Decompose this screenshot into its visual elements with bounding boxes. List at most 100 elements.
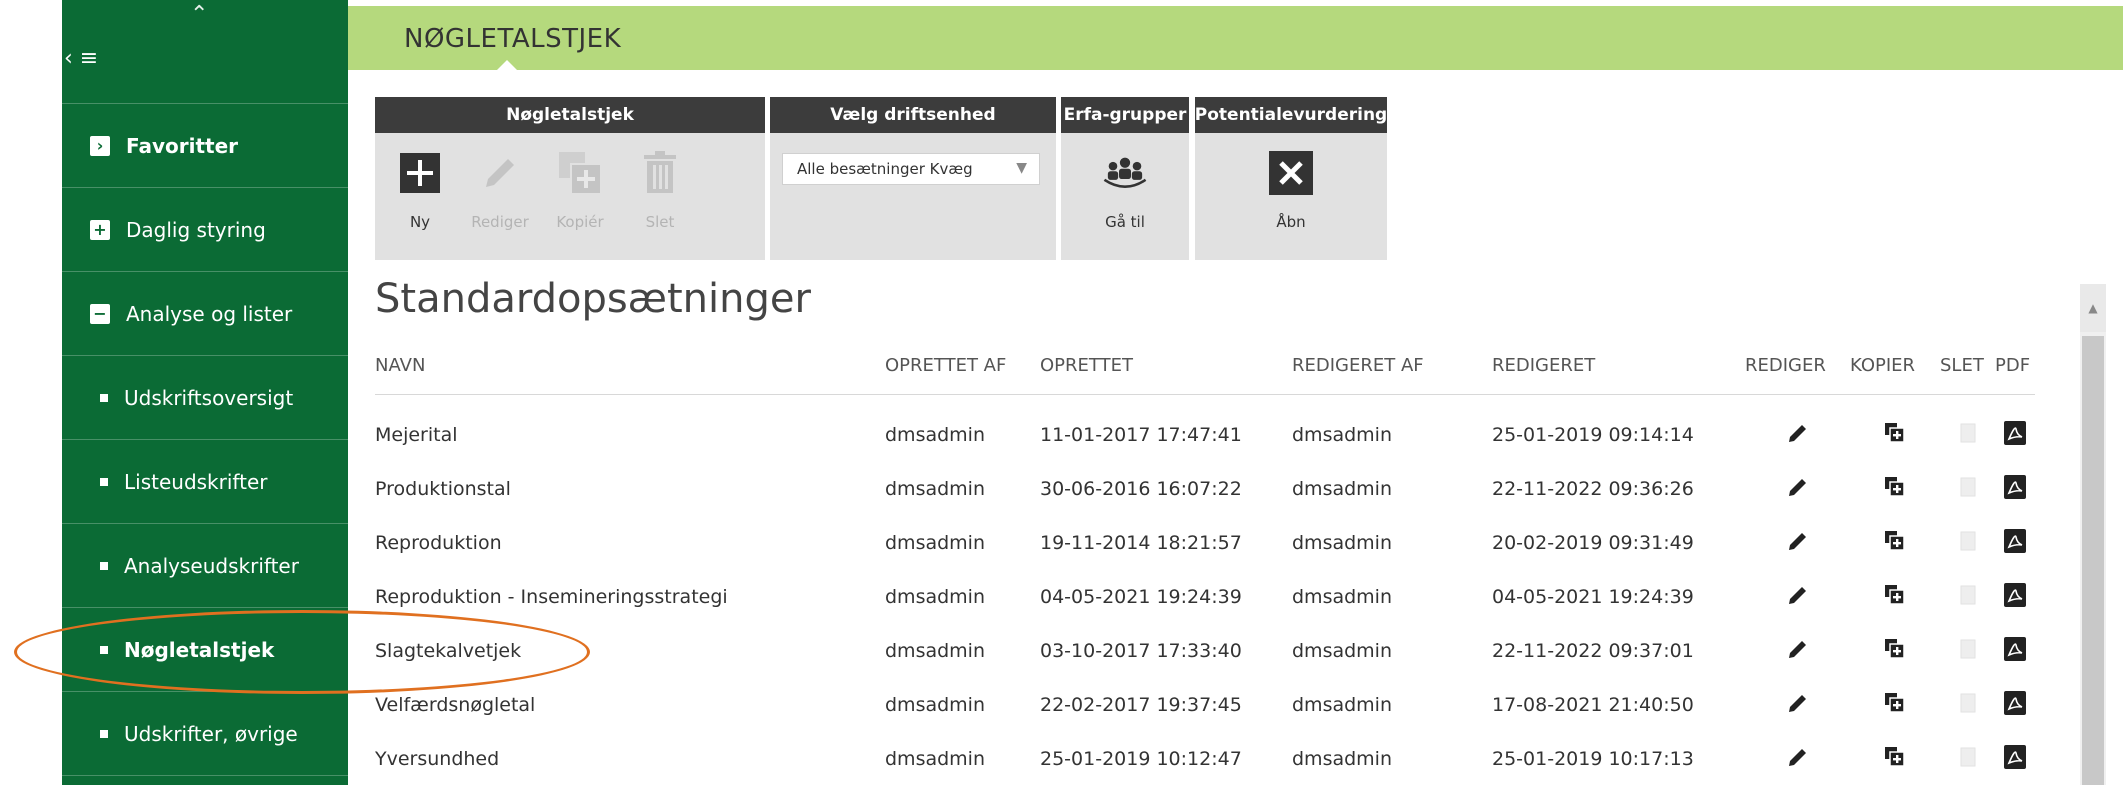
sidebar-item-label: Analyse og lister: [126, 301, 293, 326]
copy-row-button[interactable]: [1850, 678, 1940, 732]
table-row[interactable]: Reproduktion dmsadmin 19-11-2014 18:21:57 d…: [375, 516, 2035, 570]
column-header[interactable]: REDIGERET: [1492, 338, 1745, 395]
group-title: Potentialevurdering: [1195, 97, 1387, 133]
cell-navn[interactable]: Mejerital: [375, 394, 885, 462]
column-header[interactable]: OPRETTET AF: [885, 338, 1040, 395]
pencil-icon: [476, 149, 524, 197]
cell-navn[interactable]: Reproduktion - Insemineringsstrategi: [375, 570, 885, 624]
sidebar-item-analyse-og-lister[interactable]: − Analyse og lister: [62, 272, 348, 356]
cell-oprettet-af: dmsadmin: [885, 478, 986, 500]
bullet-icon: [100, 729, 108, 738]
copy-row-button[interactable]: [1850, 732, 1940, 785]
pencil-icon: [1787, 748, 1809, 773]
cell-navn[interactable]: Produktionstal: [375, 462, 885, 516]
scroll-up-icon[interactable]: ▲: [2080, 284, 2106, 332]
sidebar-item-daglig-styring[interactable]: + Daglig styring: [62, 188, 348, 272]
copy-icon: [1884, 422, 1906, 449]
page-header: NØGLETALSTJEK: [348, 6, 2123, 71]
column-header: PDF: [1995, 338, 2035, 395]
sidebar-item-udskrifter-oevrige[interactable]: Udskrifter, øvrige: [62, 692, 348, 776]
pdf-row-button[interactable]: [1995, 516, 2035, 570]
copy-button[interactable]: Kopiér: [544, 141, 616, 231]
table-row[interactable]: Velfærdsnøgletal dmsadmin 22-02-2017 19:37…: [375, 678, 2035, 732]
edit-row-button[interactable]: [1745, 624, 1850, 678]
bullet-icon: [100, 561, 108, 570]
copy-icon: [556, 149, 604, 197]
cell-navn[interactable]: Yversundhed: [375, 732, 885, 785]
pencil-icon: [1787, 532, 1809, 557]
delete-row-button[interactable]: [1940, 624, 1995, 678]
pdf-row-button[interactable]: [1995, 462, 2035, 516]
table-row[interactable]: Yversundhed dmsadmin 25-01-2019 10:12:47 dm…: [375, 732, 2035, 785]
edit-row-button[interactable]: [1745, 394, 1850, 462]
edit-row-button[interactable]: [1745, 678, 1850, 732]
copy-row-button[interactable]: [1850, 624, 1940, 678]
table-row[interactable]: Slagtekalvetjek dmsadmin 03-10-2017 17:33:…: [375, 624, 2035, 678]
column-header[interactable]: REDIGERET AF: [1292, 338, 1492, 395]
toolbar-group-noegletalstjek: Nøgletalstjek Ny Rediger Kopiér Slet: [375, 97, 765, 260]
expand-icon: +: [90, 219, 110, 240]
sidebar-item-listeudskrifter[interactable]: Listeudskrifter: [62, 440, 348, 524]
copy-row-button[interactable]: [1850, 462, 1940, 516]
chevron-up-icon[interactable]: ⌃: [190, 2, 208, 27]
copy-icon: [1884, 476, 1906, 503]
new-button[interactable]: Ny: [384, 141, 456, 231]
cell-redigeret-af: dmsadmin: [1292, 478, 1393, 500]
collapse-menu-icon[interactable]: ‹ ≡: [64, 46, 98, 71]
copy-row-button[interactable]: [1850, 394, 1940, 462]
potentiale-open-button[interactable]: Åbn: [1255, 141, 1327, 231]
table-row[interactable]: Reproduktion - Insemineringsstrategi dmsa…: [375, 570, 2035, 624]
pdf-row-button[interactable]: [1995, 570, 2035, 624]
delete-row-button[interactable]: [1940, 516, 1995, 570]
copy-row-button[interactable]: [1850, 570, 1940, 624]
sidebar-item-analyseudskrifter[interactable]: Analyseudskrifter: [62, 524, 348, 608]
cell-redigeret: 04-05-2021 19:24:39: [1492, 586, 1694, 608]
tool-label: Åbn: [1276, 213, 1306, 231]
copy-row-button[interactable]: [1850, 516, 1940, 570]
edit-row-button[interactable]: [1745, 570, 1850, 624]
delete-row-button[interactable]: [1940, 462, 1995, 516]
delete-row-button[interactable]: [1940, 570, 1995, 624]
sidebar-item-label: Udskriftsoversigt: [124, 385, 294, 410]
table-header-row: NAVN OPRETTET AF OPRETTET REDIGERET AF R…: [375, 338, 2035, 395]
cell-navn[interactable]: Velfærdsnøgletal: [375, 678, 885, 732]
edit-row-button[interactable]: [1745, 516, 1850, 570]
pdf-row-button[interactable]: [1995, 732, 2035, 785]
pdf-row-button[interactable]: [1995, 678, 2035, 732]
cell-navn[interactable]: Slagtekalvetjek: [375, 624, 885, 678]
delete-row-button[interactable]: [1940, 394, 1995, 462]
delete-button[interactable]: Slet: [624, 141, 696, 231]
sidebar-item-udskriftsoversigt[interactable]: Udskriftsoversigt: [62, 356, 348, 440]
standard-setups-table: NAVN OPRETTET AF OPRETTET REDIGERET AF R…: [375, 338, 2035, 785]
copy-icon: [1884, 530, 1906, 557]
pdf-icon: [2004, 582, 2026, 612]
edit-button[interactable]: Rediger: [464, 141, 536, 231]
table-row[interactable]: Produktionstal dmsadmin 30-06-2016 16:07:2…: [375, 462, 2035, 516]
cell-oprettet-af: dmsadmin: [885, 694, 986, 716]
driftsenhed-select[interactable]: Alle besætninger Kvæg ▼: [782, 153, 1040, 185]
cell-redigeret: 22-11-2022 09:37:01: [1492, 640, 1694, 662]
cell-navn[interactable]: Reproduktion: [375, 516, 885, 570]
sidebar-item-label: Listeudskrifter: [124, 469, 268, 494]
pdf-icon: [2004, 528, 2026, 558]
pencil-icon: [1787, 586, 1809, 611]
group-title: Erfa-grupper: [1061, 97, 1189, 133]
cell-redigeret: 20-02-2019 09:31:49: [1492, 532, 1694, 554]
pdf-row-button[interactable]: [1995, 394, 2035, 462]
edit-row-button[interactable]: [1745, 732, 1850, 785]
cell-oprettet-af: dmsadmin: [885, 640, 986, 662]
edit-row-button[interactable]: [1745, 462, 1850, 516]
pdf-row-button[interactable]: [1995, 624, 2035, 678]
delete-row-button[interactable]: [1940, 678, 1995, 732]
delete-row-button[interactable]: [1940, 732, 1995, 785]
column-header[interactable]: OPRETTET: [1040, 338, 1292, 395]
sidebar-item-noegletalstjek[interactable]: Nøgletalstjek: [62, 608, 348, 692]
erfa-goto-button[interactable]: Gå til: [1089, 141, 1161, 231]
table-row[interactable]: Mejerital dmsadmin 11-01-2017 17:47:41 dmsa…: [375, 394, 2035, 462]
sidebar-item-favoritter[interactable]: › Favoritter: [62, 104, 348, 188]
column-header[interactable]: NAVN: [375, 338, 885, 395]
cell-redigeret-af: dmsadmin: [1292, 640, 1393, 662]
scrollbar-thumb[interactable]: [2082, 336, 2104, 785]
cell-oprettet: 30-06-2016 16:07:22: [1040, 478, 1242, 500]
cell-redigeret-af: dmsadmin: [1292, 532, 1393, 554]
